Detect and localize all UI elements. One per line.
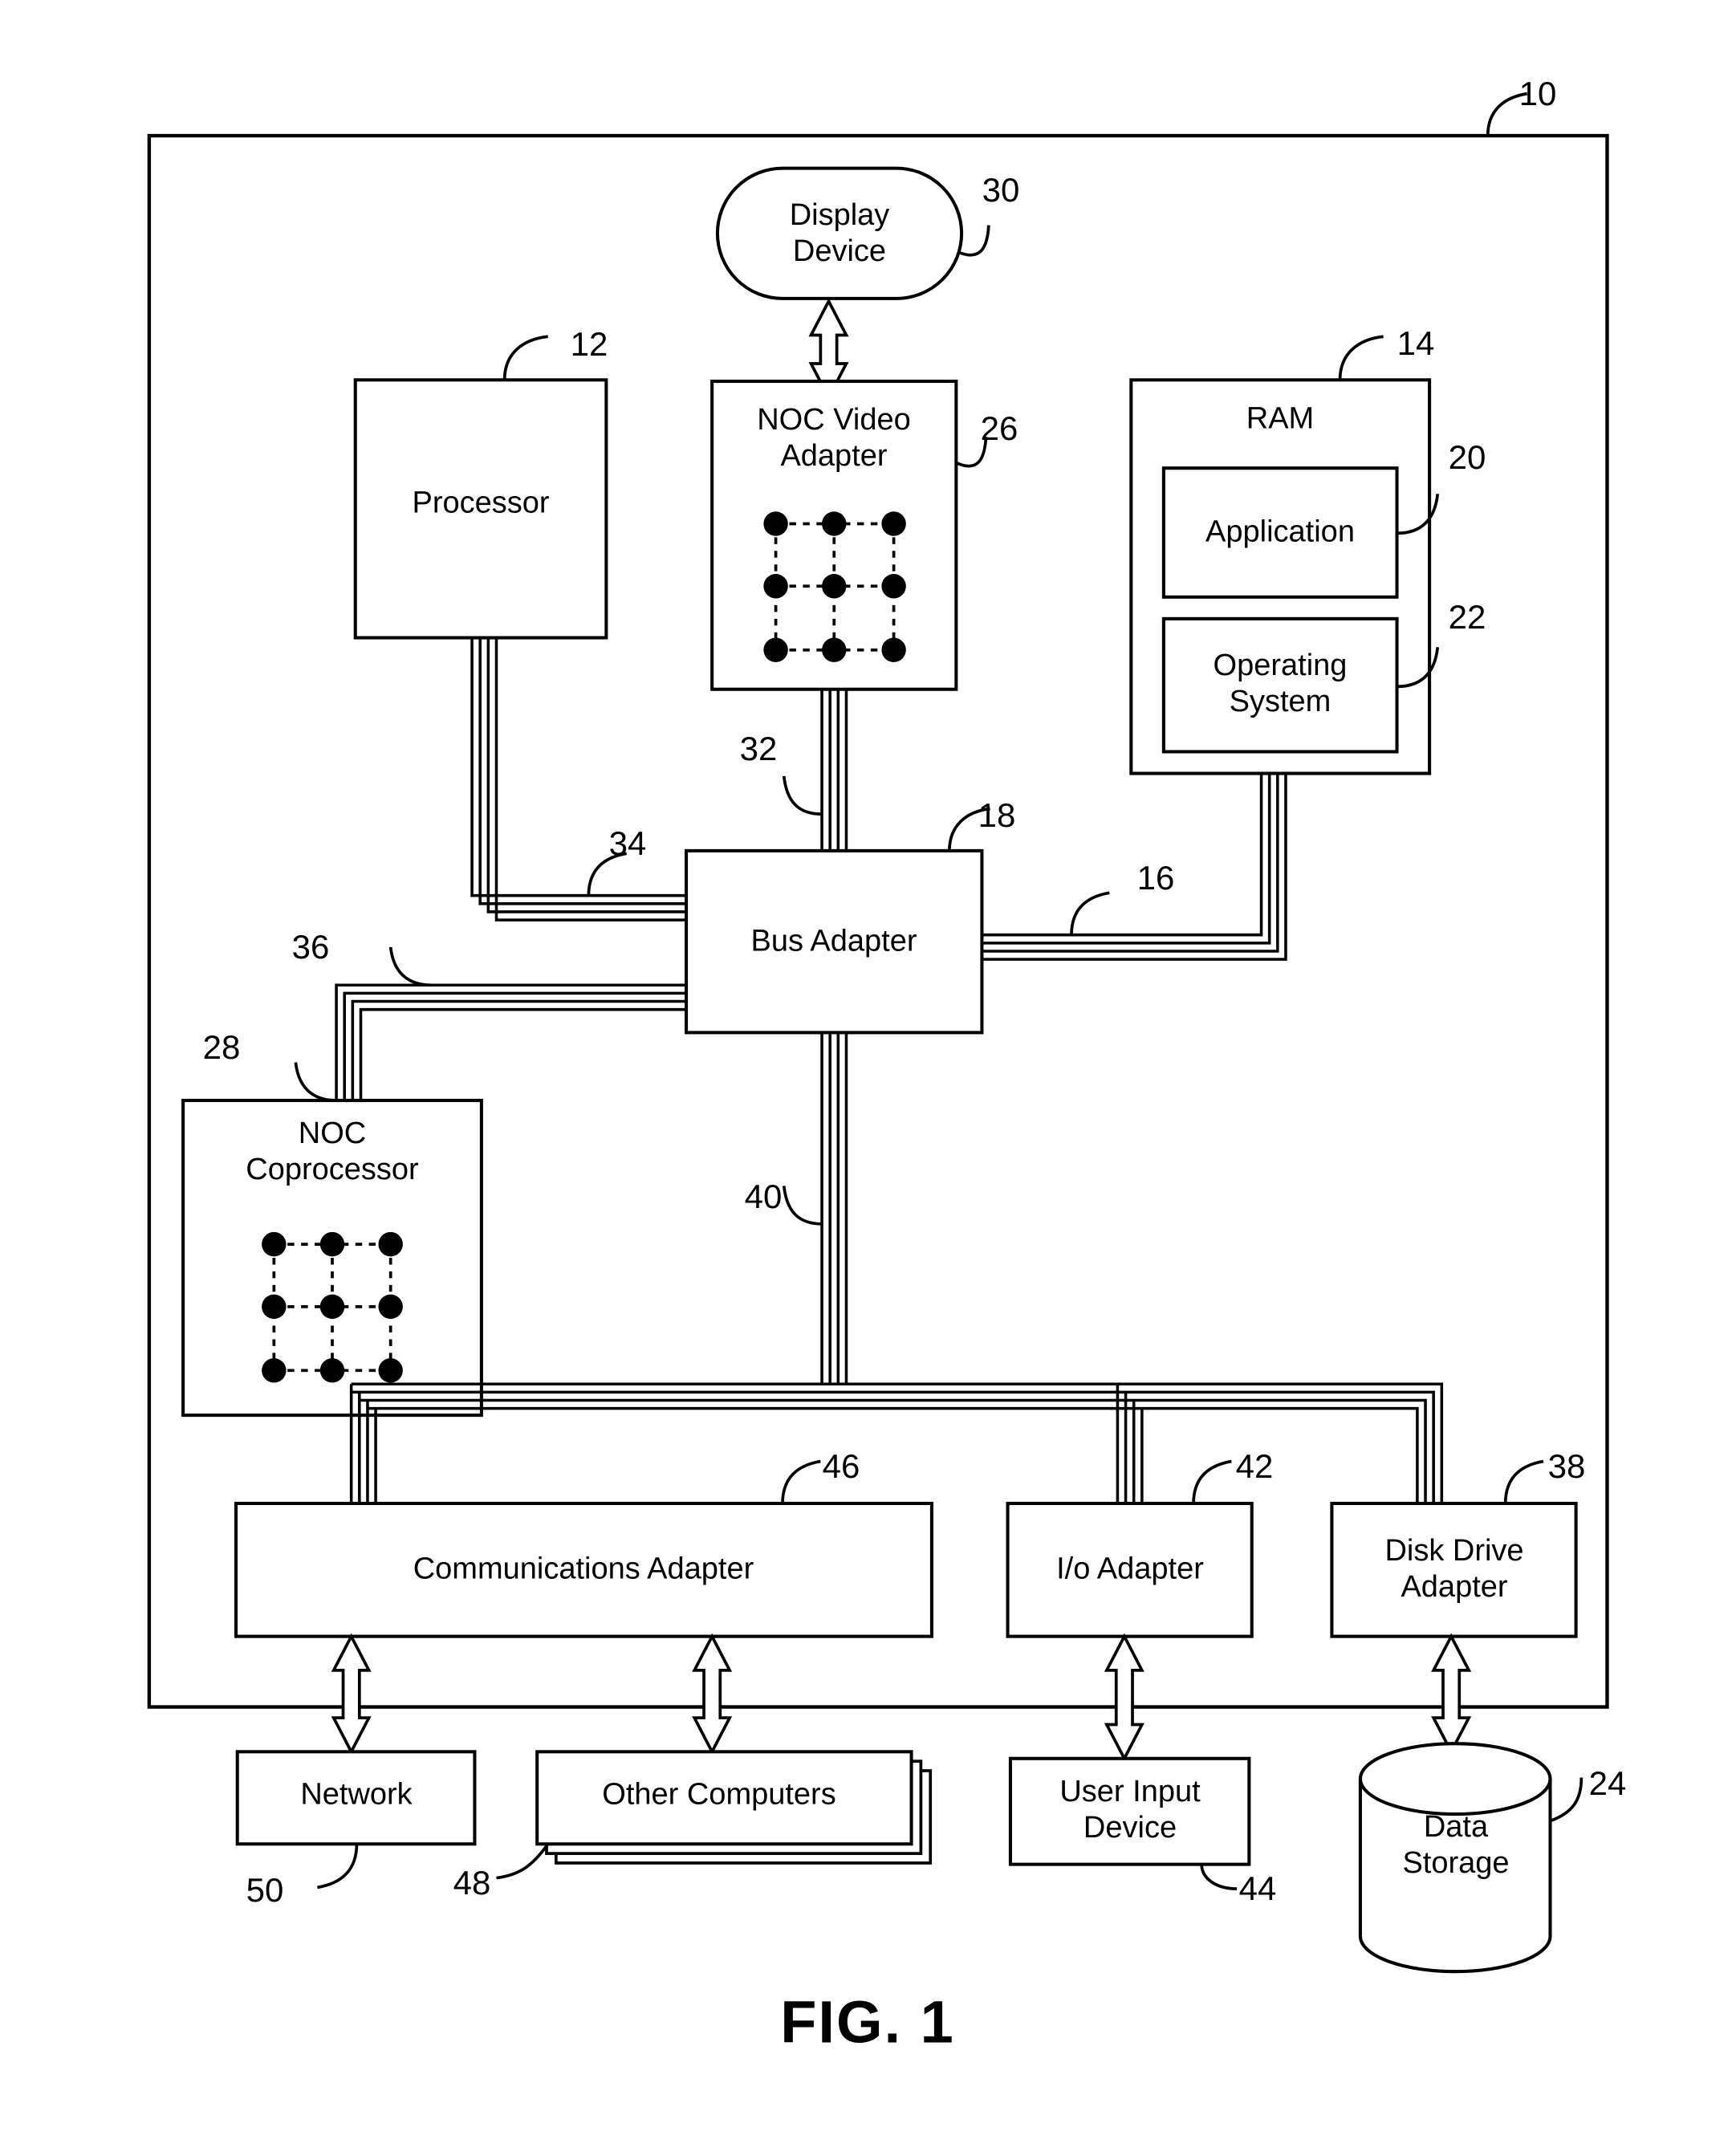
display-device-shape <box>715 166 964 300</box>
processor-shape <box>353 378 608 640</box>
disk-drive-adapter-shape <box>1330 1501 1578 1638</box>
leader-10 <box>1486 92 1528 136</box>
bus-adapter-shape <box>685 848 984 1035</box>
patent-figure-1: 10 Display Device 30 Processor 12 NOC Vi… <box>0 0 1736 2152</box>
other-computers-shape <box>535 1750 913 1846</box>
leader-24 <box>1549 1777 1584 1823</box>
data-storage-shape <box>1358 1742 1552 1974</box>
application-shape <box>1161 466 1399 599</box>
leader-50 <box>317 1844 359 1890</box>
io-adapter-shape <box>1006 1501 1254 1638</box>
network-shape <box>235 1750 477 1846</box>
user-input-device-shape <box>1008 1756 1251 1866</box>
communications-adapter-shape <box>234 1501 933 1638</box>
leader-44 <box>1200 1864 1238 1890</box>
leader-48 <box>496 1843 550 1880</box>
figure-drawing <box>147 92 1609 1974</box>
operating-system-shape <box>1161 616 1399 754</box>
